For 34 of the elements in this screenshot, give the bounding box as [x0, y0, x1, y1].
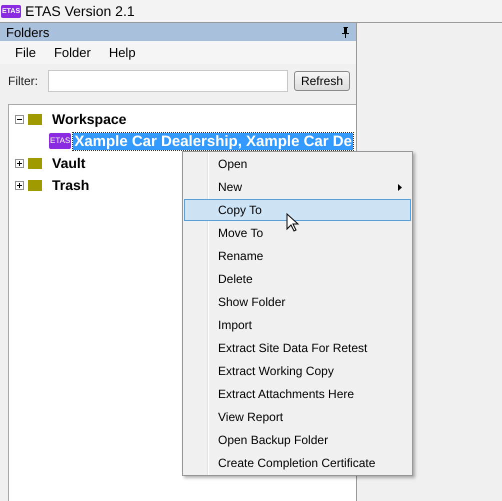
- collapse-icon[interactable]: [15, 114, 24, 124]
- context-menu-item[interactable]: Show Folder: [184, 291, 411, 313]
- menu-item[interactable]: Help: [102, 43, 143, 62]
- menu-item[interactable]: Folder: [46, 43, 98, 62]
- context-menu-item[interactable]: Open Backup Folder: [184, 429, 411, 451]
- context-menu-item[interactable]: Open: [184, 153, 411, 175]
- context-menu-item[interactable]: Rename: [184, 245, 411, 267]
- context-menu-item[interactable]: Extract Attachments Here: [184, 383, 411, 405]
- filter-field[interactable]: [48, 70, 288, 92]
- context-menu-item[interactable]: Delete: [184, 268, 411, 290]
- refresh-button[interactable]: Refresh: [294, 71, 350, 91]
- window-title: ETAS Version 2.1: [25, 3, 135, 19]
- mouse-cursor-icon: [286, 213, 300, 233]
- context-menu-item[interactable]: Move To: [184, 222, 411, 244]
- menu-item[interactable]: File: [8, 43, 43, 62]
- context-menu-item[interactable]: New: [184, 176, 411, 198]
- app-badge-icon: ETAS: [49, 133, 72, 149]
- context-menu-item[interactable]: Extract Working Copy: [184, 360, 411, 382]
- folder-icon: [28, 114, 42, 124]
- pin-icon[interactable]: [342, 26, 350, 38]
- context-menu-item[interactable]: Create Completion Certificate: [184, 452, 411, 474]
- context-menu-item[interactable]: Copy To: [184, 199, 411, 221]
- context-menu-item[interactable]: Import: [184, 314, 411, 336]
- context-menu-item[interactable]: Extract Site Data For Retest: [184, 337, 411, 359]
- tree-item[interactable]: Workspace: [50, 111, 128, 127]
- tree-item[interactable]: Vault: [50, 155, 88, 171]
- folder-icon: [28, 180, 42, 190]
- tree-item[interactable]: Trash: [50, 177, 92, 193]
- expand-icon[interactable]: [15, 180, 24, 190]
- folder-icon: [28, 158, 42, 168]
- panel-title: Folders: [6, 24, 50, 40]
- context-menu-item[interactable]: View Report: [184, 406, 411, 428]
- filter-label: Filter:: [8, 74, 38, 88]
- expand-icon[interactable]: [15, 158, 24, 168]
